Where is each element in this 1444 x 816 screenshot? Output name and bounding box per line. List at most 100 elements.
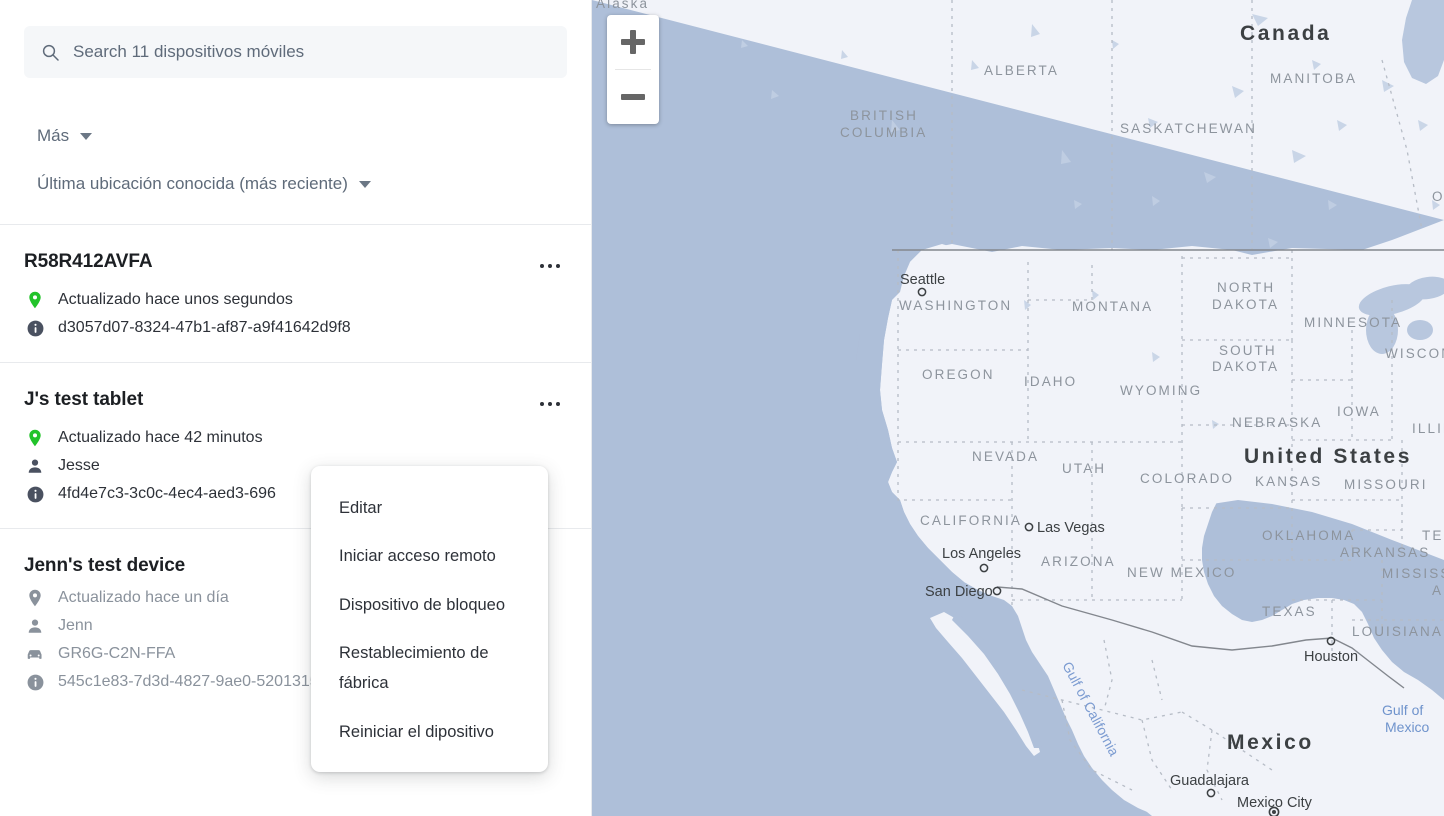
map-panel[interactable]: Alaska Canada United States Mexico BRITI…	[592, 0, 1444, 816]
map-region-label: WISCONSIN	[1385, 346, 1444, 361]
map-region-label: ALABAMA	[1432, 583, 1444, 598]
map-region-label: SASKATCHEWAN	[1120, 121, 1257, 136]
device-detail-text: Jenn	[58, 617, 93, 634]
info-icon	[24, 318, 46, 338]
map-region-label: ILLINOIS	[1412, 421, 1444, 436]
context-menu-item-restart-device[interactable]: Reiniciar el dipositivo	[311, 708, 548, 756]
filter-sort-label: Última ubicación conocida (más reciente)	[37, 174, 348, 193]
search-section	[0, 0, 591, 78]
device-detail-text: 4fd4e7c3-3c0c-4ec4-aed3-696	[58, 485, 276, 502]
map-region-label: DAKOTA	[1212, 359, 1279, 374]
map-region-label: IOWA	[1337, 404, 1381, 419]
map-region-label: OKLAHOMA	[1262, 528, 1355, 543]
map-region-label: NEBRASKA	[1232, 415, 1322, 430]
map-region-label: ARIZONA	[1041, 554, 1116, 569]
zoom-in-button[interactable]	[607, 15, 659, 69]
map-region-label: Alaska	[596, 0, 649, 11]
device-header: J's test tablet	[24, 389, 567, 417]
device-name: Jenn's test device	[24, 555, 186, 576]
device-detail-row: Actualizado hace 42 minutos	[24, 428, 567, 448]
location-pin-icon	[24, 588, 46, 608]
map-water-label: Gulf of	[1382, 702, 1423, 718]
map-region-label: KANSAS	[1255, 474, 1322, 489]
context-menu-item-factory-reset[interactable]: Restablecimiento de fábrica	[311, 629, 548, 708]
chevron-down-icon	[358, 180, 371, 188]
map-region-label: ONTARIO	[1432, 189, 1444, 204]
map-water-label: Mexico	[1385, 719, 1430, 735]
device-card[interactable]: R58R412AVFA Actualizado hace unos segund…	[0, 225, 591, 362]
device-header: R58R412AVFA	[24, 251, 567, 279]
filter-more-dropdown[interactable]: Más	[24, 126, 567, 146]
map-region-label: COLUMBIA	[840, 125, 927, 140]
map-country-label: United States	[1244, 445, 1412, 468]
device-detail-text: Jesse	[58, 457, 100, 474]
map-region-label: WYOMING	[1120, 383, 1202, 398]
map-region-label: DAKOTA	[1212, 297, 1279, 312]
more-options-icon[interactable]	[533, 253, 567, 279]
map-region-label: OREGON	[922, 367, 995, 382]
info-icon	[24, 484, 46, 504]
device-list-sidebar: Más Última ubicación conocida (más recie…	[0, 0, 592, 816]
map-region-label: MINNESOTA	[1304, 315, 1402, 330]
device-name: J's test tablet	[24, 389, 144, 410]
device-name: R58R412AVFA	[24, 251, 153, 272]
context-menu-item-edit[interactable]: Editar	[311, 484, 548, 532]
person-icon	[24, 616, 46, 636]
map-region-label: MANITOBA	[1270, 71, 1357, 86]
map-country-label: Mexico	[1227, 731, 1314, 754]
svg-text:Houston: Houston	[1304, 649, 1358, 665]
svg-text:San Diego: San Diego	[925, 584, 993, 600]
svg-text:Las Vegas: Las Vegas	[1037, 520, 1105, 536]
filter-sort-dropdown[interactable]: Última ubicación conocida (más reciente)	[24, 174, 567, 194]
map-region-label: BRITISH	[850, 108, 918, 123]
map-region-label: CALIFORNIA	[920, 513, 1022, 528]
device-context-menu: Editar Iniciar acceso remoto Dispositivo…	[311, 466, 548, 773]
map-region-label: UTAH	[1062, 461, 1106, 476]
info-icon	[24, 672, 46, 692]
device-detail-text: Actualizado hace 42 minutos	[58, 429, 263, 446]
person-icon	[24, 456, 46, 476]
map-region-label: TENNESSEE	[1422, 528, 1444, 543]
minus-icon	[621, 85, 645, 109]
device-detail-text: Actualizado hace un día	[58, 589, 229, 606]
map-region-label: COLORADO	[1140, 471, 1234, 486]
map-region-label: SOUTH	[1219, 343, 1277, 358]
map-country-label: Canada	[1240, 22, 1331, 45]
device-detail-row: Actualizado hace unos segundos	[24, 290, 567, 310]
map-region-label: IDAHO	[1024, 374, 1077, 389]
filter-section: Más Última ubicación conocida (más recie…	[0, 126, 591, 194]
chevron-down-icon	[80, 132, 93, 140]
map-region-label: MISSOURI	[1344, 477, 1428, 492]
map-canvas: Alaska Canada United States Mexico BRITI…	[592, 0, 1444, 816]
map-zoom-controls	[607, 15, 659, 124]
map-region-label: ARKANSAS	[1340, 545, 1430, 560]
svg-text:Los Angeles: Los Angeles	[942, 546, 1021, 562]
device-management-app: Más Última ubicación conocida (más recie…	[0, 0, 1444, 816]
device-detail-text: d3057d07-8324-47b1-af87-a9f41642d9f8	[58, 319, 351, 336]
plus-icon	[621, 30, 645, 54]
map-region-label: MONTANA	[1072, 299, 1153, 314]
svg-text:Seattle: Seattle	[900, 272, 945, 288]
context-menu-item-remote-access[interactable]: Iniciar acceso remoto	[311, 532, 548, 580]
filter-more-label: Más	[37, 126, 70, 145]
location-pin-icon	[24, 428, 46, 448]
device-detail-rows: Actualizado hace unos segundos d3057d07-…	[24, 290, 567, 338]
zoom-out-button[interactable]	[607, 70, 659, 124]
more-options-icon[interactable]	[533, 391, 567, 417]
search-box[interactable]	[24, 26, 567, 78]
device-detail-row: d3057d07-8324-47b1-af87-a9f41642d9f8	[24, 318, 567, 338]
map-region-label: LOUISIANA	[1352, 624, 1443, 639]
location-pin-icon	[24, 290, 46, 310]
svg-text:Mexico City: Mexico City	[1237, 795, 1313, 811]
map-region-label: MISSISSIPPI	[1382, 566, 1444, 581]
map-region-label: NEW MEXICO	[1127, 565, 1237, 580]
device-detail-text: GR6G-C2N-FFA	[58, 645, 176, 662]
svg-text:Guadalajara: Guadalajara	[1170, 773, 1250, 789]
car-icon	[24, 644, 46, 664]
context-menu-item-lock-device[interactable]: Dispositivo de bloqueo	[311, 581, 548, 629]
map-region-label: TEXAS	[1262, 604, 1317, 619]
map-region-label: ALBERTA	[984, 63, 1059, 78]
map-region-label: NORTH	[1217, 280, 1275, 295]
map-region-label: WASHINGTON	[899, 298, 1012, 313]
search-input[interactable]	[73, 42, 549, 62]
